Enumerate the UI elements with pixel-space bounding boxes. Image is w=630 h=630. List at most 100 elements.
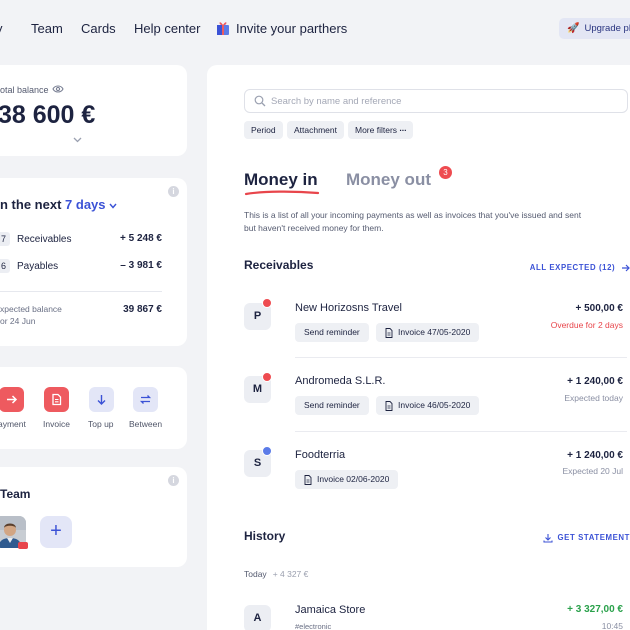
document-icon [304, 474, 312, 485]
document-icon [385, 327, 393, 338]
team-card: Team i + [0, 467, 187, 567]
invoice-label: Invoice 46/05-2020 [398, 400, 471, 410]
overdue-dot [262, 298, 272, 308]
history-day-sum: + 4 327 € [272, 569, 309, 579]
payment-status: Expected today [564, 393, 623, 403]
divider [0, 291, 162, 292]
more-filters-button[interactable]: More filters ··· [348, 121, 414, 139]
more-filters-label: More filters [355, 125, 398, 135]
receivables-count: 7 [0, 232, 10, 246]
arrow-right-icon [622, 264, 630, 272]
payment-status: Expected 20 Jul [562, 466, 623, 476]
nav-item-partial[interactable]: y [0, 21, 3, 36]
expected-balance-label: xpected balance or 24 Jun [0, 303, 62, 327]
upgrade-plan-label: Upgrade plan [584, 23, 630, 34]
send-reminder-button[interactable]: Send reminder [295, 323, 369, 342]
quick-actions-card: ayment Invoice Top up Between [0, 367, 187, 449]
payables-value: – 3 981 € [120, 260, 162, 271]
payment-action-button[interactable] [0, 387, 24, 412]
upgrade-plan-button[interactable]: 🚀 Upgrade plan [559, 18, 630, 39]
download-icon [542, 534, 553, 543]
tab-money-out[interactable]: Money out [346, 170, 431, 190]
status-dot [262, 446, 272, 456]
info-icon[interactable]: i [168, 475, 179, 486]
search-box[interactable] [244, 89, 628, 113]
period-dropdown[interactable]: 7 days [65, 197, 117, 212]
transfer-icon [139, 395, 152, 404]
expected-balance-line1: xpected balance [0, 304, 62, 314]
eye-icon[interactable] [52, 84, 64, 94]
team-title: Team [0, 487, 31, 501]
invoice-chip[interactable]: Invoice 47/05-2020 [376, 323, 480, 342]
payer-name: New Horizosns Travel [295, 302, 402, 314]
receivables-value: + 5 248 € [120, 233, 162, 244]
all-expected-link[interactable]: ALL EXPECTED (12) [530, 263, 630, 272]
gift-icon [217, 22, 229, 35]
upcoming-title: n the next 7 days [0, 197, 117, 212]
payment-status: Overdue for 2 days [550, 320, 623, 330]
invoice-chip[interactable]: Invoice 46/05-2020 [376, 396, 480, 415]
invoice-label: Invoice 47/05-2020 [398, 327, 471, 337]
upcoming-title-prefix: n the next [0, 197, 62, 212]
overdue-dot [262, 372, 272, 382]
invoice-action-button[interactable] [44, 387, 69, 412]
nav-item-help-center[interactable]: Help center [134, 21, 200, 36]
filter-attachment-button[interactable]: Attachment [287, 121, 344, 139]
payer-name: Jamaica Store [295, 604, 366, 616]
period-dropdown-label: 7 days [65, 197, 106, 212]
get-statement-label: GET STATEMENT [557, 533, 630, 543]
payment-amount: + 500,00 € [575, 303, 623, 314]
top-navigation: y Team Cards Help center Invite your par… [0, 0, 630, 58]
transaction-tag[interactable]: #electronic [295, 622, 331, 630]
upcoming-summary-card: n the next 7 days i 7 Receivables + 5 24… [0, 178, 187, 346]
history-title: History [244, 529, 286, 543]
payables-label: Payables [17, 261, 59, 272]
divider [295, 431, 627, 432]
ellipsis-icon: ··· [399, 125, 407, 135]
nav-item-invite-partners[interactable]: Invite your parthers [236, 21, 347, 36]
filter-period-button[interactable]: Period [244, 121, 283, 139]
receivables-title: Receivables [244, 258, 314, 272]
receivables-label: Receivables [17, 234, 72, 245]
active-tab-underline [244, 190, 320, 196]
between-accounts-action-button[interactable] [133, 387, 158, 412]
tab-money-in[interactable]: Money in [244, 170, 318, 190]
invoice-label: Invoice 02/06-2020 [317, 474, 390, 484]
transaction-amount: + 3 327,00 € [567, 604, 623, 615]
avatar-status-badge [18, 542, 28, 549]
invoice-chip[interactable]: Invoice 02/06-2020 [295, 470, 399, 489]
arrow-down-icon [97, 395, 106, 405]
get-statement-link[interactable]: GET STATEMENT [542, 533, 630, 543]
info-icon[interactable]: i [168, 186, 179, 197]
add-team-member-button[interactable]: + [40, 516, 72, 548]
payment-amount: + 1 240,00 € [567, 450, 623, 461]
divider [295, 357, 627, 358]
between-accounts-action-label: Between [129, 419, 163, 429]
top-up-action-label: Top up [88, 419, 114, 429]
money-in-description: This is a list of all your incoming paym… [244, 210, 582, 233]
nav-item-team[interactable]: Team [31, 21, 63, 36]
history-day-label: Today [244, 569, 267, 579]
payables-count: 6 [0, 259, 10, 273]
rocket-icon: 🚀 [567, 23, 580, 34]
total-balance-value: 38 600 € [0, 101, 96, 129]
invoice-action-label: Invoice [43, 419, 70, 429]
money-out-badge: 3 [439, 166, 452, 179]
search-icon [254, 95, 266, 107]
document-icon [385, 400, 393, 411]
payment-amount: + 1 240,00 € [567, 376, 623, 387]
nav-item-cards[interactable]: Cards [81, 21, 116, 36]
arrow-right-icon [7, 395, 18, 404]
expected-balance-value: 39 867 € [123, 304, 162, 315]
payment-action-label: ayment [0, 419, 26, 429]
send-reminder-button[interactable]: Send reminder [295, 396, 369, 415]
payer-avatar: A [244, 605, 271, 630]
chevron-down-icon [109, 203, 117, 209]
chevron-down-icon[interactable] [73, 137, 82, 143]
top-up-action-button[interactable] [89, 387, 114, 412]
payer-name: Foodterria [295, 449, 346, 461]
search-input[interactable] [271, 93, 611, 109]
all-expected-label: ALL EXPECTED (12) [529, 263, 616, 272]
main-panel: Period Attachment More filters ··· Money… [207, 65, 630, 630]
total-balance-card: otal balance 38 600 € [0, 65, 187, 156]
